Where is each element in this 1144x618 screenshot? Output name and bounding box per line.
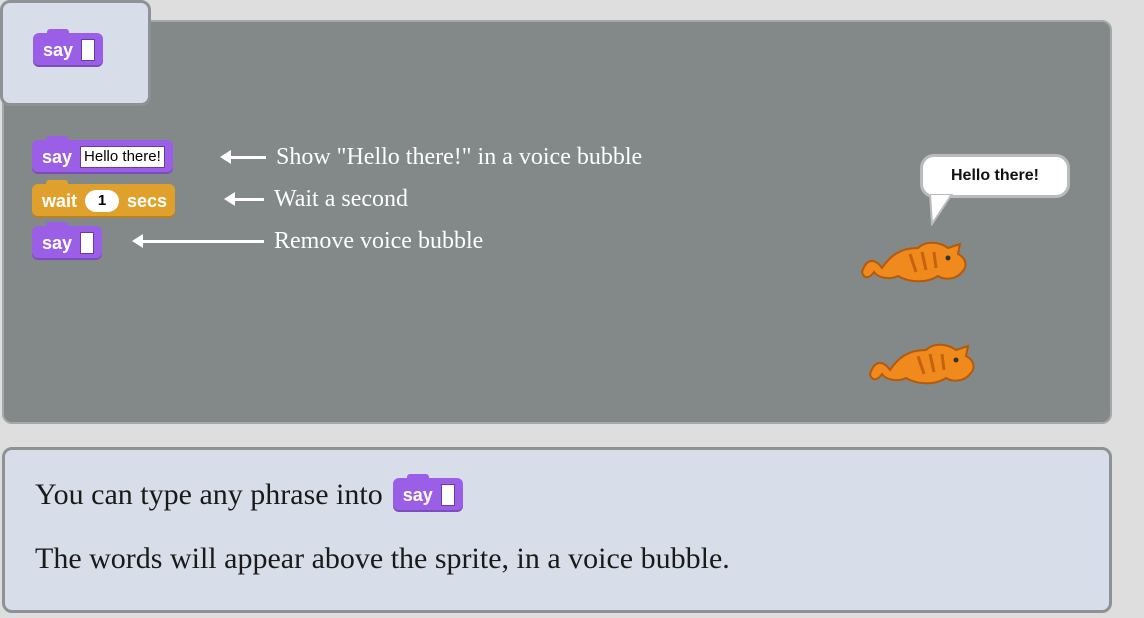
wait-seconds-input[interactable]: 1 (85, 190, 120, 212)
annotation-say-empty-text: Remove voice bubble (274, 228, 484, 254)
wait-block[interactable]: wait 1 secs (32, 180, 176, 218)
cat-sprite-ghost-icon (868, 343, 975, 385)
inline-say-block: say (392, 474, 463, 512)
say-empty-input[interactable] (80, 232, 95, 254)
info-line-1-text: You can type any phrase into (35, 478, 383, 511)
info-line-2: The words will appear above the sprite, … (35, 542, 730, 576)
annotation-say-empty: Remove voice bubble (132, 228, 484, 255)
speech-bubble-tail (928, 194, 954, 226)
say-empty-block[interactable]: say (32, 222, 103, 260)
inline-say-input (440, 484, 455, 506)
speech-bubble: Hello there! (920, 154, 1070, 198)
info-line-1: You can type any phrase into say (35, 474, 463, 512)
wait-unit-label: secs (127, 190, 168, 211)
say-label: say (42, 232, 73, 253)
stage-area: say Hello there! wait 1 secs say Show "H… (2, 20, 1112, 424)
say-hello-block[interactable]: say Hello there! (32, 136, 173, 174)
say-label: say (42, 146, 73, 167)
say-label: say (43, 39, 74, 60)
say-text-input[interactable]: Hello there! (80, 146, 165, 168)
annotation-wait: Wait a second (224, 186, 409, 213)
palette-say-input[interactable] (81, 39, 96, 61)
info-card: You can type any phrase into say The wor… (2, 447, 1112, 613)
block-palette-card: say (0, 0, 151, 106)
annotation-wait-text: Wait a second (274, 186, 409, 212)
info-line-2-text: The words will appear above the sprite, … (35, 542, 730, 575)
annotation-say-text: Show "Hello there!" in a voice bubble (276, 144, 643, 170)
wait-label: wait (42, 190, 78, 211)
left-arrow-icon (220, 150, 266, 164)
left-arrow-icon (132, 234, 264, 248)
left-arrow-icon (224, 192, 264, 206)
cat-sprite-icon[interactable] (856, 232, 972, 288)
palette-say-block[interactable]: say (33, 29, 104, 67)
speech-bubble-text: Hello there! (950, 167, 1039, 184)
annotation-say: Show "Hello there!" in a voice bubble (220, 144, 643, 171)
say-label: say (402, 484, 433, 505)
